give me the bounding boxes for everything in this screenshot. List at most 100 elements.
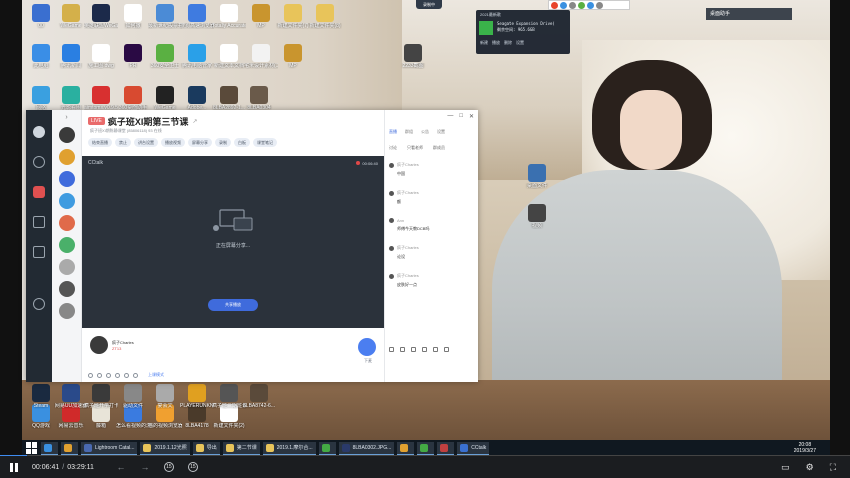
external-link-icon[interactable]: ↗ [192, 118, 197, 125]
ime-toolbar[interactable] [548, 0, 630, 10]
user-avatar[interactable] [33, 126, 45, 138]
taskbar-app[interactable] [61, 441, 78, 455]
gift-icon[interactable] [133, 372, 138, 378]
windows-start-icon[interactable] [26, 442, 38, 454]
previous-icon[interactable]: ← [116, 462, 126, 472]
desktop-icon[interactable]: 360安全卫士 [148, 44, 182, 69]
desktop-icon[interactable]: 腾讯电脑管家 [180, 44, 214, 69]
desktop-icon[interactable]: 英雄联盟WeGame版 [84, 4, 118, 29]
subtitle-icon[interactable]: ▭ [781, 462, 790, 473]
desktop-icon[interactable]: WeGame [148, 86, 182, 111]
group-avatar[interactable] [58, 193, 75, 209]
desktop-icon[interactable]: 最新世纪般票打折列表(... [148, 4, 182, 29]
desktop-icon[interactable]: 疯子班三期班设计&Intern... [212, 384, 246, 409]
group-avatar[interactable] [58, 303, 75, 319]
teacher-avatar[interactable] [90, 336, 108, 354]
group-avatar[interactable] [58, 237, 75, 253]
taskbar-app[interactable]: 导出 [192, 441, 220, 455]
desktop-icon[interactable]: Totally Accurate B... [212, 4, 246, 29]
wifi-icon[interactable] [88, 372, 93, 378]
end-live-button[interactable]: 结束直播 [88, 138, 112, 147]
explore-icon[interactable] [33, 156, 45, 168]
emoji-icon[interactable] [400, 347, 405, 352]
desktop-icon[interactable]: 00 [24, 4, 58, 29]
desktop-icon[interactable]: 此电脑 [24, 44, 58, 69]
taskbar-app[interactable]: CCtalk [457, 441, 490, 455]
next-icon[interactable]: → [140, 462, 150, 472]
group-avatar[interactable] [58, 171, 75, 187]
drive-popup-panel[interactable]: 2021最新歌 Seagate Expansion Drive( 剩余空间: 9… [476, 10, 570, 54]
drive-action-play[interactable]: 播放 [492, 40, 500, 46]
mic-icon[interactable] [358, 338, 376, 356]
taskbar-clock[interactable]: 20:08 2019/3/27 [794, 442, 816, 454]
desktop-icon[interactable]: PR [116, 44, 150, 69]
desktop-icon[interactable]: 疯子班开学打卡 [84, 384, 118, 409]
taskbar-app[interactable]: 8LBA0302.JPG... [338, 441, 395, 455]
group-avatar[interactable] [58, 259, 75, 275]
desktop-icon[interactable]: 视频 [520, 204, 554, 229]
drive-action-settings[interactable]: 设置 [516, 40, 524, 46]
desktop-icon[interactable]: 如何撒 [116, 4, 150, 29]
collapse-icon[interactable]: › [52, 114, 81, 121]
bell-icon[interactable] [444, 347, 449, 352]
group-avatar[interactable] [58, 149, 75, 165]
desktop-icon[interactable]: MP [244, 4, 278, 29]
desktop-assistant-bar[interactable]: 桌面助手 [706, 8, 792, 20]
tab-live[interactable]: 直播 [389, 129, 397, 135]
mute-button[interactable]: 禁止 [115, 138, 131, 147]
taskbar-app[interactable] [417, 441, 435, 455]
subtab-discuss[interactable]: 讨论 [389, 145, 397, 151]
drive-action-delete[interactable]: 删除 [504, 40, 512, 46]
whiteboard-button[interactable]: 白板 [234, 138, 250, 147]
history-icon[interactable] [433, 347, 438, 352]
desktop-icon[interactable]: 8LBA0304 [242, 86, 276, 111]
course-icon[interactable] [33, 216, 45, 228]
taskbar-app[interactable] [397, 441, 415, 455]
desktop-icon[interactable]: aimtoms.v0.9.5 [84, 86, 118, 111]
desktop-icon[interactable]: 宅米设计素材(二) [244, 44, 278, 69]
pause-icon[interactable] [10, 462, 18, 472]
desktop-icon[interactable]: 宴会文 [148, 384, 182, 409]
class-mode-label[interactable]: 上课模式 [148, 372, 164, 378]
file-icon[interactable] [411, 347, 416, 352]
desktop-icon[interactable]: WeGame [54, 4, 88, 29]
group-avatar[interactable] [58, 215, 75, 231]
settings-icon[interactable] [33, 298, 45, 310]
gift-icon[interactable] [389, 347, 394, 352]
desktop-icon[interactable]: 新建文件夹(7) [276, 4, 310, 29]
desktop-icon[interactable]: 新建文本文档 [212, 44, 246, 69]
play-video-button[interactable]: 播放视频 [161, 138, 185, 147]
desktop-icon[interactable]: 新建文件夹(8) [308, 4, 342, 29]
subtab-members[interactable]: 群成员 [433, 145, 445, 151]
tab-notice[interactable]: 公告 [421, 129, 429, 135]
desktop-icon[interactable]: 腾讯新闻 [54, 44, 88, 69]
tab-settings[interactable]: 设置 [437, 129, 445, 135]
tab-group[interactable]: 群组 [405, 129, 413, 135]
minimize-button[interactable]: — [447, 113, 453, 120]
desktop-icon[interactable]: 360桌面助手 [116, 86, 150, 111]
rewind-15-icon[interactable]: 15 [163, 462, 174, 472]
speaker-icon[interactable] [115, 372, 120, 378]
desktop-icon[interactable]: 8LBA8742-6... [242, 384, 276, 409]
camera-icon[interactable] [97, 372, 102, 378]
desktop-icon[interactable]: 8LBA2892-1... [212, 86, 246, 111]
desktop-icon[interactable]: 驱动文件 [116, 384, 150, 409]
taskbar-app[interactable]: 2019.1.摩尔合... [262, 441, 316, 455]
screen-icon[interactable] [124, 372, 129, 378]
group-avatar[interactable] [58, 281, 75, 297]
taskbar-app[interactable] [41, 441, 58, 455]
share-play-button[interactable]: 共享播放 [208, 299, 258, 311]
desktop-icon[interactable]: 2233截图 [396, 44, 430, 69]
record-button[interactable]: 录制 [215, 138, 231, 147]
taskbar-app[interactable]: Lightroom Catal... [81, 441, 138, 455]
desktop-icon[interactable]: 搜狗高速浏览器 [180, 4, 214, 29]
close-button[interactable]: ✕ [469, 113, 474, 120]
contacts-icon[interactable] [33, 246, 45, 258]
group-avatar[interactable] [58, 127, 75, 143]
desktop-icon[interactable]: MP [276, 44, 310, 69]
desktop-icon[interactable]: PLAYERUNKNOWN'S... [180, 384, 214, 409]
desktop-icon[interactable]: 光影看图 [54, 86, 88, 111]
desktop-icon[interactable]: 网络 [24, 86, 58, 111]
message-icon[interactable] [33, 186, 45, 198]
taskbar-app[interactable] [318, 441, 336, 455]
